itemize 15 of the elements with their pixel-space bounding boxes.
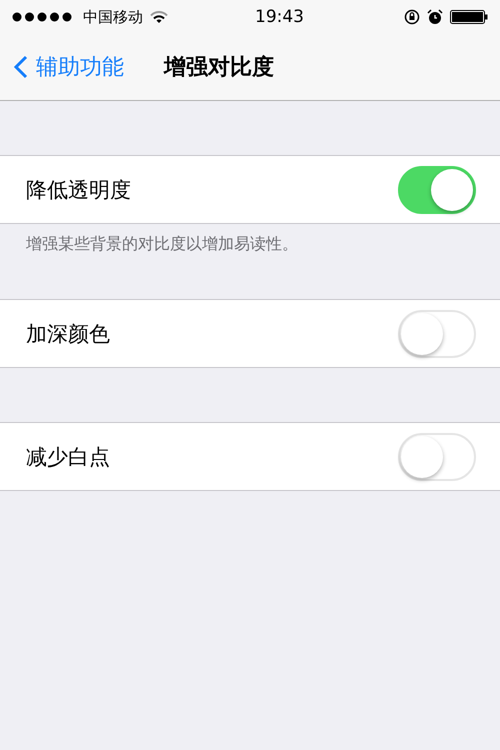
status-time: 19:43 <box>255 7 304 27</box>
wifi-icon <box>150 10 168 24</box>
rotation-lock-icon <box>404 9 420 25</box>
setting-label: 降低透明度 <box>26 176 131 204</box>
battery-icon <box>450 10 488 24</box>
alarm-icon <box>427 9 443 25</box>
toggle-switch[interactable] <box>398 166 476 214</box>
back-button[interactable]: 辅助功能 <box>0 52 124 82</box>
footer-note: 增强某些背景的对比度以增加易读性。 <box>25 233 299 255</box>
setting-label: 减少白点 <box>26 444 110 470</box>
carrier-name: 中国移动 <box>83 8 143 26</box>
back-chevron-icon <box>14 55 28 79</box>
setting-label: 加深颜色 <box>26 320 110 348</box>
signal-icon <box>12 12 74 22</box>
page-title: 增强对比度 <box>164 54 274 82</box>
